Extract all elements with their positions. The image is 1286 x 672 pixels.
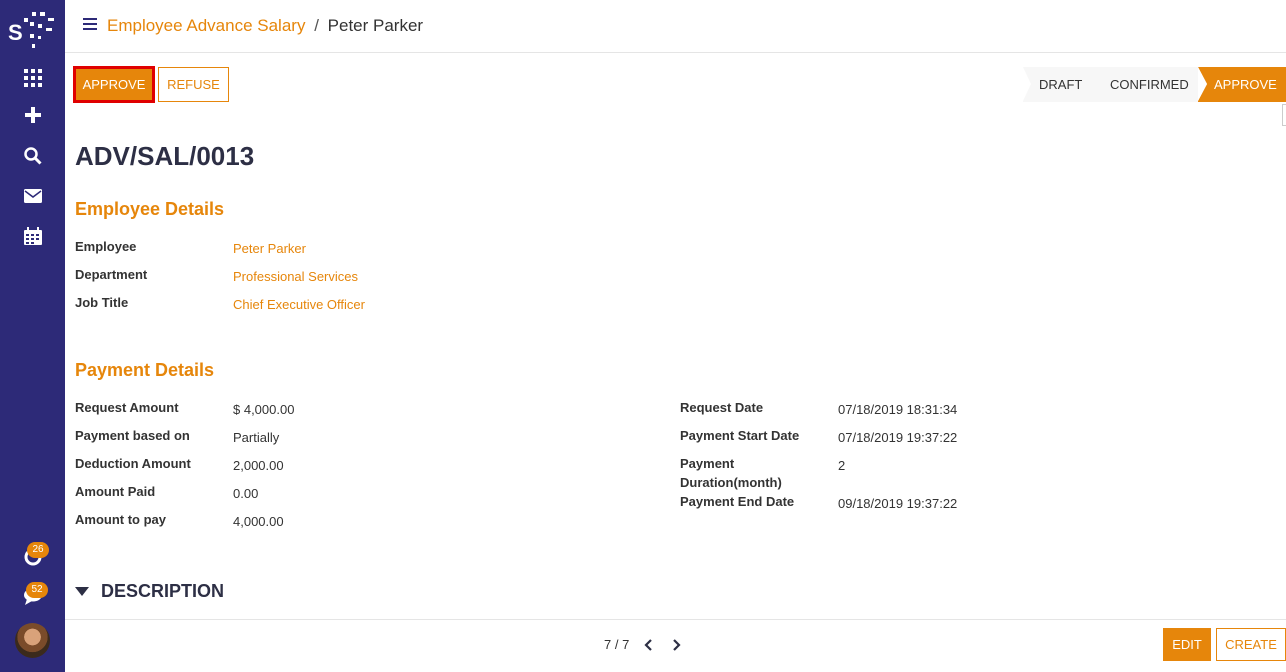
messages-count-badge: 52 xyxy=(26,582,48,598)
job-title-value[interactable]: Chief Executive Officer xyxy=(233,297,365,312)
apps-grid-icon[interactable] xyxy=(20,65,46,91)
job-title-label: Job Title xyxy=(75,295,129,310)
approve-button[interactable]: APPROVE xyxy=(73,66,155,103)
payment-based-on-label: Payment based on xyxy=(75,428,190,443)
status-arrow xyxy=(1094,67,1103,101)
user-avatar[interactable] xyxy=(15,623,50,658)
request-amount-label: Request Amount xyxy=(75,400,179,415)
payment-duration-label-line2: Duration(month) xyxy=(680,475,782,490)
payment-duration-label: Payment Duration(month) xyxy=(680,454,782,492)
search-icon[interactable] xyxy=(20,143,46,169)
department-label: Department xyxy=(75,267,148,282)
deduction-amount-value: 2,000.00 xyxy=(233,458,284,473)
status-arrow-start xyxy=(1023,67,1031,101)
status-stage-approve[interactable]: APPROVE xyxy=(1198,67,1286,102)
app-sidebar: S 26 52 xyxy=(0,0,65,672)
employee-value[interactable]: Peter Parker xyxy=(233,241,306,256)
footer-bar: 7 / 7 EDIT CREATE xyxy=(65,619,1286,672)
edit-button[interactable]: EDIT xyxy=(1163,628,1211,661)
breadcrumb-current: Peter Parker xyxy=(327,16,424,35)
amount-to-pay-label: Amount to pay xyxy=(75,512,166,527)
employee-details-heading: Employee Details xyxy=(75,199,225,219)
payment-start-date-label: Payment Start Date xyxy=(680,428,800,443)
app-logo-icon[interactable]: S xyxy=(8,8,58,52)
payment-details-heading: Payment Details xyxy=(75,360,215,380)
menu-toggle-icon[interactable] xyxy=(83,18,97,32)
description-heading: DESCRIPTION xyxy=(101,581,225,601)
department-value[interactable]: Professional Services xyxy=(233,269,358,284)
amount-paid-value: 0.00 xyxy=(233,486,259,501)
plus-icon[interactable] xyxy=(20,102,46,128)
pager-counter: 7 / 7 xyxy=(604,637,630,652)
scrollbar-handle[interactable] xyxy=(1282,104,1286,126)
deduction-amount-label: Deduction Amount xyxy=(75,456,191,471)
previous-record-icon[interactable] xyxy=(642,638,656,652)
refuse-button[interactable]: REFUSE xyxy=(158,67,229,102)
payment-duration-label-line1: Payment xyxy=(680,456,735,471)
activity-count-badge: 26 xyxy=(27,542,49,558)
payment-start-date-value: 07/18/2019 19:37:22 xyxy=(838,430,958,445)
status-arrow-gap xyxy=(1198,67,1207,101)
employee-label: Employee xyxy=(75,239,137,254)
envelope-icon[interactable] xyxy=(20,183,46,209)
request-date-label: Request Date xyxy=(680,400,764,415)
status-stage-confirmed[interactable]: CONFIRMED xyxy=(1094,67,1198,102)
create-button[interactable]: CREATE xyxy=(1216,628,1286,661)
request-amount-value: $ 4,000.00 xyxy=(233,402,295,417)
breadcrumb: Employee Advance Salary / Peter Parker xyxy=(107,16,423,36)
top-bar: Employee Advance Salary / Peter Parker xyxy=(65,0,1286,53)
caret-down-icon xyxy=(75,587,89,596)
calendar-icon[interactable] xyxy=(20,223,46,249)
record-title: ADV/SAL/0013 xyxy=(75,141,255,171)
next-record-icon[interactable] xyxy=(669,638,683,652)
payment-based-on-value: Partially xyxy=(233,430,280,445)
request-date-value: 07/18/2019 18:31:34 xyxy=(838,402,958,417)
payment-duration-value: 2 xyxy=(838,458,846,473)
breadcrumb-separator: / xyxy=(314,16,319,35)
payment-end-date-value: 09/18/2019 19:37:22 xyxy=(838,496,958,511)
amount-paid-label: Amount Paid xyxy=(75,484,156,499)
payment-end-date-label: Payment End Date xyxy=(680,494,795,509)
amount-to-pay-value: 4,000.00 xyxy=(233,514,284,529)
svg-text:S: S xyxy=(8,20,23,45)
breadcrumb-parent-link[interactable]: Employee Advance Salary xyxy=(107,16,305,35)
description-toggle[interactable]: DESCRIPTION xyxy=(75,581,224,602)
status-stage-draft[interactable]: DRAFT xyxy=(1023,67,1099,102)
